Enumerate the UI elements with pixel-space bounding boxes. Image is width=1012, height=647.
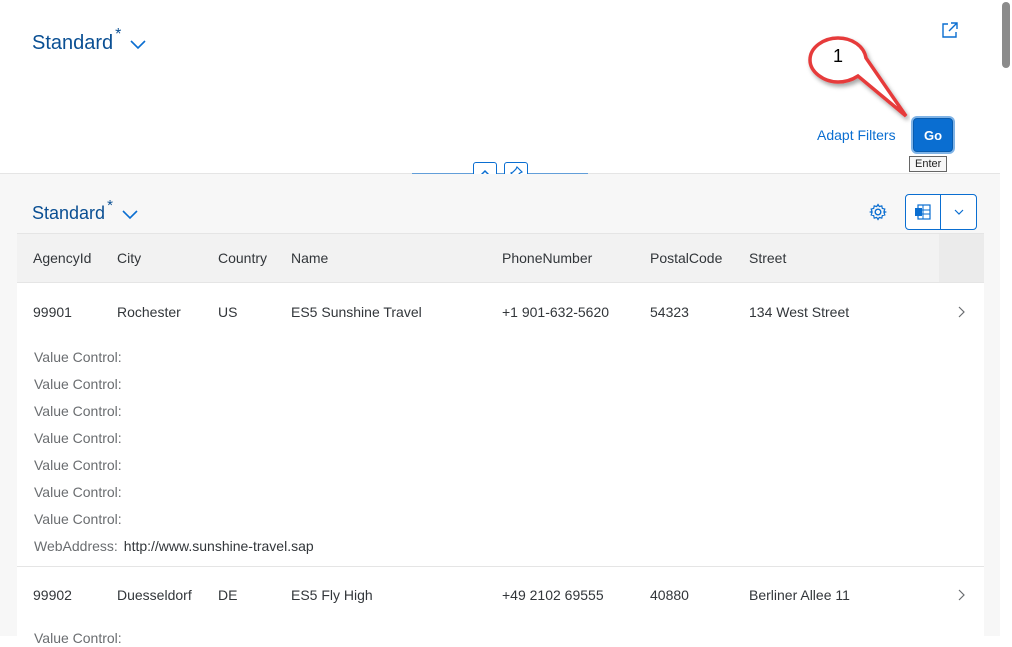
- detail-line: Value Control:: [34, 349, 128, 365]
- column-header-country[interactable]: Country: [218, 250, 267, 266]
- variant-title[interactable]: Standard: [32, 32, 113, 55]
- gear-icon[interactable]: [868, 202, 888, 222]
- detail-line: Value Control:: [34, 484, 128, 500]
- chevron-right-icon[interactable]: [955, 588, 967, 602]
- column-header-street[interactable]: Street: [749, 250, 786, 266]
- chevron-down-icon[interactable]: [121, 205, 139, 226]
- detail-line: Value Control:: [34, 511, 128, 527]
- detail-label: Value Control:: [34, 484, 122, 500]
- export-button[interactable]: [906, 195, 941, 229]
- cell-phonenumber: +49 2102 69555: [502, 587, 604, 603]
- detail-value-webaddress: http://www.sunshine-travel.sap: [123, 538, 314, 554]
- cell-city: Rochester: [117, 304, 181, 320]
- detail-label: Value Control:: [34, 349, 122, 365]
- detail-label: Value Control:: [34, 376, 122, 392]
- detail-label: Value Control:: [34, 630, 122, 646]
- table-variant-management[interactable]: Standard *: [32, 197, 139, 226]
- detail-label: Value Control:: [34, 457, 122, 473]
- detail-line: Value Control:: [34, 376, 128, 392]
- table-row[interactable]: 99902 Duesseldorf DE ES5 Fly High +49 21…: [17, 567, 984, 647]
- chevron-down-icon[interactable]: [129, 34, 147, 57]
- adapt-filters-button[interactable]: Adapt Filters: [817, 127, 896, 143]
- detail-line: Value Control:: [34, 630, 128, 646]
- agency-table: AgencyId City Country Name PhoneNumber P…: [17, 233, 984, 647]
- export-button-group[interactable]: [905, 194, 977, 230]
- cell-phonenumber: +1 901-632-5620: [502, 304, 610, 320]
- vertical-scrollbar[interactable]: [1000, 0, 1012, 636]
- go-button[interactable]: Go: [913, 118, 953, 152]
- share-icon[interactable]: [940, 20, 960, 40]
- cell-country: US: [218, 304, 238, 320]
- variant-management[interactable]: Standard *: [32, 26, 147, 57]
- cell-country: DE: [218, 587, 238, 603]
- cell-city: Duesseldorf: [117, 587, 192, 603]
- column-header-agencyid[interactable]: AgencyId: [33, 250, 91, 266]
- detail-label: WebAddress:: [34, 538, 118, 554]
- detail-line: Value Control:: [34, 430, 128, 446]
- detail-label: Value Control:: [34, 511, 122, 527]
- column-header-phonenumber[interactable]: PhoneNumber: [502, 250, 592, 266]
- table-row[interactable]: 99901 Rochester US ES5 Sunshine Travel +…: [17, 283, 984, 567]
- callout-number: 1: [832, 46, 843, 66]
- cell-agencyid: 99901: [33, 304, 72, 320]
- cell-street: 134 West Street: [749, 304, 850, 320]
- export-menu-button[interactable]: [941, 195, 976, 229]
- export-spreadsheet-icon: [915, 204, 931, 220]
- cell-postalcode: 40880: [650, 587, 689, 603]
- detail-line: Value Control:: [34, 403, 128, 419]
- detail-label: Value Control:: [34, 430, 122, 446]
- variant-modified-indicator: *: [115, 26, 122, 43]
- detail-line-webaddress: WebAddress: http://www.sunshine-travel.sa…: [34, 538, 314, 554]
- scrollbar-thumb[interactable]: [1002, 2, 1010, 68]
- go-tooltip: Enter: [909, 156, 948, 172]
- column-header-postalcode[interactable]: PostalCode: [650, 250, 722, 266]
- column-header-name[interactable]: Name: [291, 250, 328, 266]
- cell-street: Berliner Allee 11: [749, 587, 850, 603]
- cell-postalcode: 54323: [650, 304, 689, 320]
- cell-name: ES5 Sunshine Travel: [291, 304, 422, 320]
- cell-agencyid: 99902: [33, 587, 72, 603]
- table-title[interactable]: Standard: [32, 203, 105, 224]
- column-header-city[interactable]: City: [117, 250, 141, 266]
- table-variant-modified-indicator: *: [107, 197, 113, 214]
- table-header: AgencyId City Country Name PhoneNumber P…: [17, 234, 984, 283]
- detail-line: Value Control:: [34, 457, 128, 473]
- chevron-right-icon[interactable]: [955, 305, 967, 319]
- cell-name: ES5 Fly High: [291, 587, 373, 603]
- detail-label: Value Control:: [34, 403, 122, 419]
- callout-annotation: [808, 36, 908, 118]
- chevron-down-icon: [954, 209, 963, 215]
- navigation-column-header: [939, 234, 984, 282]
